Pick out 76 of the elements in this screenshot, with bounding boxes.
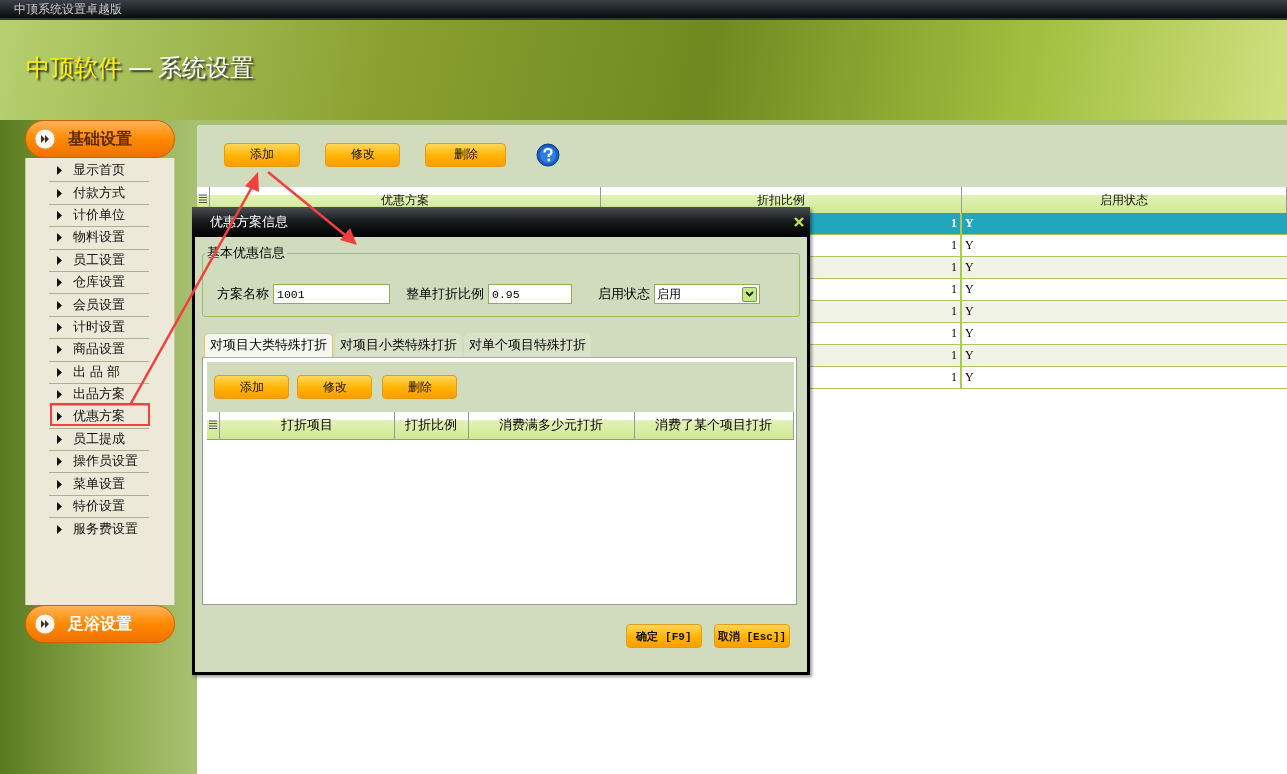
triangle-icon [57,502,62,512]
fast-forward-icon [34,613,56,635]
sidebar-item[interactable]: 显示首页 [49,160,149,183]
tab[interactable]: 对项目小类特殊打折 [335,333,462,357]
field-label: 方案名称 [217,285,269,303]
sidebar-item[interactable]: 员工提成 [49,428,149,452]
sidebar-item[interactable]: 出品方案 [49,383,149,407]
column-header: 消费满多少元打折 [468,412,634,440]
sidebar-item[interactable]: 物料设置 [49,227,149,250]
triangle-icon [57,300,62,310]
triangle-icon [57,210,62,220]
tab[interactable]: 对单个项目特殊打折 [464,333,591,357]
triangle-icon [57,479,62,489]
sidebar-item[interactable]: 付款方式 [49,182,149,205]
field-label: 启用状态 [598,285,650,303]
table-cell[interactable]: Y [961,322,1287,345]
triangle-icon [57,345,62,355]
triangle-icon [57,390,62,400]
sidebar-item[interactable]: 特价设置 [49,495,149,519]
table-cell[interactable]: Y [961,278,1287,301]
triangle-icon [57,322,62,332]
confirm-button[interactable]: 确定 [F9] [626,624,702,648]
separator: — [128,54,152,82]
table-cell[interactable]: Y [961,366,1287,389]
triangle-icon [57,255,62,265]
triangle-icon [57,233,62,243]
dropdown-button[interactable] [742,286,757,302]
close-icon[interactable] [794,217,804,227]
status-dropdown[interactable]: 启用 [654,284,760,304]
sidebar-item[interactable]: 服务费设置 [49,518,149,541]
page-title: 系统设置 [158,53,254,84]
section-header[interactable]: 基础设置 [25,120,175,158]
sidebar-item[interactable]: 优惠方案 [49,406,149,429]
table-cell[interactable]: Y [961,300,1287,323]
edit-button[interactable]: 修改 [297,375,372,399]
triangle-icon [57,166,62,176]
brand-name: 中顶软件 [26,53,122,84]
sidebar-item[interactable]: 计价单位 [49,204,149,228]
add-button[interactable]: 添加 [214,375,289,399]
list-icon [198,194,207,204]
cancel-button[interactable]: 取消 [Esc]] [714,624,790,648]
delete-button[interactable]: 删除 [382,375,457,399]
triangle-icon [57,412,62,422]
sidebar-item[interactable]: 商品设置 [49,339,149,362]
list-icon [208,420,217,430]
sidebar-item[interactable]: 会员设置 [49,294,149,317]
fast-forward-icon [34,128,56,150]
edit-button[interactable]: 修改 [325,142,400,167]
sidebar-item[interactable]: 仓库设置 [49,271,149,295]
field-label: 整单打折比例 [406,285,484,303]
help-icon[interactable] [536,142,560,167]
input-field[interactable]: 0.95 [488,284,572,304]
chevron-down-icon [745,291,754,297]
sidebar-item[interactable]: 员工设置 [49,249,149,272]
triangle-icon [57,434,62,444]
column-header: 打折比例 [394,412,468,440]
sidebar-item[interactable]: 计时设置 [49,316,149,340]
triangle-icon [57,278,62,288]
tab[interactable]: 对项目大类特殊打折 [204,333,333,357]
column-header: 打折项目 [219,412,394,440]
triangle-icon [57,457,62,467]
window-title: 中顶系统设置卓越版 [0,0,1287,20]
column-header: 消费了某个项目打折 [634,412,794,440]
table-cell[interactable]: Y [961,344,1287,367]
sidebar-item[interactable]: 菜单设置 [49,473,149,496]
input-field[interactable]: 1001 [273,284,390,304]
triangle-icon [57,188,62,198]
table-cell[interactable]: Y [961,234,1287,257]
triangle-icon [57,367,62,377]
sidebar-item[interactable]: 操作员设置 [49,451,149,474]
table-cell[interactable]: Y [961,256,1287,279]
add-button[interactable]: 添加 [224,142,300,167]
column-header: 启用状态 [961,187,1287,213]
sidebar-item[interactable]: 出 品 部 [49,361,149,384]
delete-button[interactable]: 删除 [425,142,506,167]
triangle-icon [57,524,62,534]
